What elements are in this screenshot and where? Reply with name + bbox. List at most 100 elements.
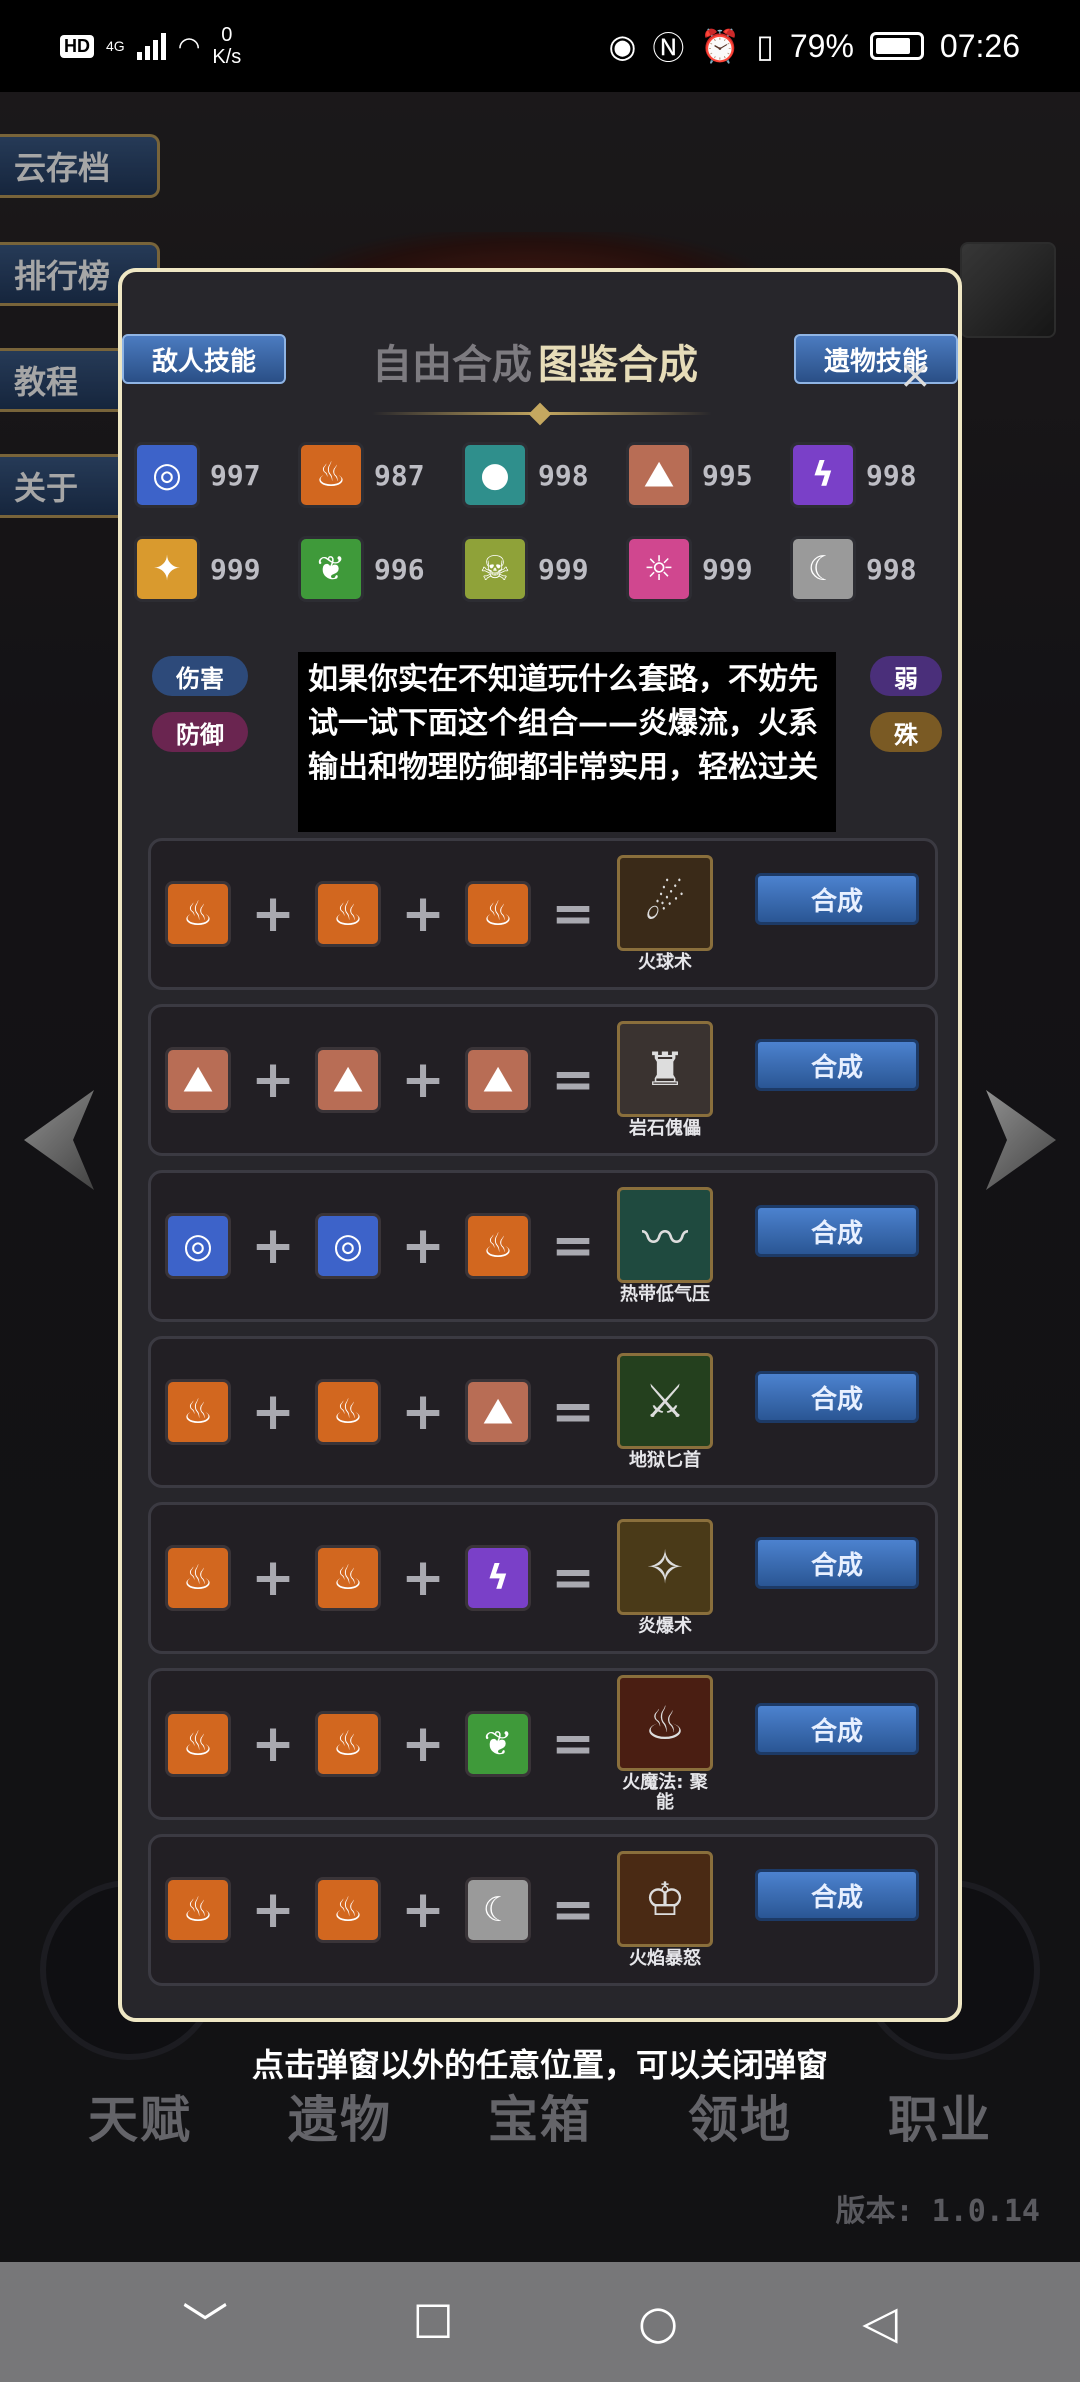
plus-icon: + xyxy=(401,1880,445,1940)
rock-icon: ⛰ xyxy=(626,442,692,508)
skill-icon: ☄ xyxy=(617,855,713,951)
nfc-icon: Ⓝ xyxy=(652,30,685,66)
craft-button[interactable]: 合成 xyxy=(755,1205,919,1257)
element-slot[interactable]: ϟ 998 xyxy=(790,442,954,508)
element-slot[interactable]: ☠ 999 xyxy=(462,536,626,602)
vibrate-icon: ▯ xyxy=(756,28,774,64)
status-bar: HD 4G ◠ 0 K/s ◉ Ⓝ ⏰ ▯ 79% 07:26 xyxy=(0,0,1080,92)
fire-icon: ♨ xyxy=(315,1711,381,1777)
element-count: 998 xyxy=(538,458,589,492)
close-icon[interactable]: × xyxy=(898,352,932,398)
signal-icon xyxy=(136,32,166,60)
craft-button[interactable]: 合成 xyxy=(755,1703,919,1755)
filter-damage[interactable]: 伤害 xyxy=(152,656,248,696)
fire-icon: ♨ xyxy=(465,1213,531,1279)
nav-collapse-icon[interactable]: ﹀ xyxy=(182,2289,228,2355)
element-count: 999 xyxy=(538,552,589,586)
equals-icon: = xyxy=(551,1548,595,1608)
fire-icon: ♨ xyxy=(165,1877,231,1943)
battery-percent: 79% xyxy=(789,27,854,64)
recipe-row: ♨ + ♨ + ❦ = ♨ 火魔法: 聚能 合成 xyxy=(148,1668,938,1820)
element-slot[interactable]: ☾ 998 xyxy=(790,536,954,602)
craft-button[interactable]: 合成 xyxy=(755,1869,919,1921)
recipe-row: ⛰ + ⛰ + ⛰ = ♜ 岩石傀儡 合成 xyxy=(148,1004,938,1156)
tab-book-craft[interactable]: 图鉴合成 xyxy=(538,332,698,390)
equals-icon: = xyxy=(551,1382,595,1442)
recipe-result: ✧ 炎爆术 xyxy=(615,1519,715,1637)
filter-defense[interactable]: 防御 xyxy=(152,712,248,752)
plus-icon: + xyxy=(401,1216,445,1276)
element-count: 997 xyxy=(210,458,261,492)
filter-special[interactable]: 殊 xyxy=(870,712,942,752)
plus-icon: + xyxy=(401,1382,445,1442)
element-slot[interactable]: ● 998 xyxy=(462,442,626,508)
element-count: 998 xyxy=(866,458,917,492)
plus-icon: + xyxy=(401,1050,445,1110)
element-count: 998 xyxy=(866,552,917,586)
plus-icon: + xyxy=(401,884,445,944)
tornado-icon: ◎ xyxy=(165,1213,231,1279)
tornado-icon: ◎ xyxy=(134,442,200,508)
skill-name: 岩石傀儡 xyxy=(629,1118,701,1139)
recipe-list: ♨ + ♨ + ♨ = ☄ 火球术 合成 ⛰ + ⛰ + ⛰ = ♜ 岩石傀儡 合成 ◎ + ◎ + ♨ = 〰热带低气压 合成 ♨… xyxy=(148,838,938,2000)
game-screen: HD 4G ◠ 0 K/s ◉ Ⓝ ⏰ ▯ 79% 07:26 云存档 排行榜 教… xyxy=(0,0,1080,2382)
skill-name: 火球术 xyxy=(638,952,692,973)
lightning-icon: ϟ xyxy=(465,1545,531,1611)
craft-button[interactable]: 合成 xyxy=(755,1537,919,1589)
skill-name: 火焰暴怒 xyxy=(629,1948,701,1969)
recipe-row: ♨ + ♨ + ϟ = ✧ 炎爆术 合成 xyxy=(148,1502,938,1654)
moon-icon: ☾ xyxy=(790,536,856,602)
dialog-header: 敌人技能 自由合成 图鉴合成 遗物技能 × xyxy=(122,272,958,426)
element-count: 999 xyxy=(702,552,753,586)
recipe-result: ⚔ 地狱匕首 xyxy=(615,1353,715,1471)
fire-icon: ♨ xyxy=(315,1379,381,1445)
recipe-row: ♨ + ♨ + ☾ = ♔ 火焰暴怒 合成 xyxy=(148,1834,938,1986)
lightning-icon: ϟ xyxy=(790,442,856,508)
fire-icon: ♨ xyxy=(465,881,531,947)
equals-icon: = xyxy=(551,1216,595,1276)
fire-icon: ♨ xyxy=(165,881,231,947)
network-speed: 0 K/s xyxy=(212,24,242,68)
element-slot[interactable]: ◎ 997 xyxy=(134,442,298,508)
skill-name: 地狱匕首 xyxy=(629,1450,701,1471)
tab-free-craft[interactable]: 自由合成 xyxy=(372,332,532,390)
element-count: 995 xyxy=(702,458,753,492)
hd-icon: HD xyxy=(60,34,94,58)
element-slot[interactable]: ❦ 996 xyxy=(298,536,462,602)
skill-icon: ♨ xyxy=(617,1675,713,1771)
equals-icon: = xyxy=(551,1050,595,1110)
plus-icon: + xyxy=(251,1382,295,1442)
skill-name: 热带低气压 xyxy=(620,1284,710,1305)
equals-icon: = xyxy=(551,884,595,944)
plus-icon: + xyxy=(251,1880,295,1940)
leaf-icon: ❦ xyxy=(465,1711,531,1777)
sun-icon: ☼ xyxy=(626,536,692,602)
enemy-skill-button[interactable]: 敌人技能 xyxy=(122,334,286,384)
rock-icon: ⛰ xyxy=(465,1379,531,1445)
relic-skill-button[interactable]: 遗物技能 xyxy=(794,334,958,384)
skill-name: 炎爆术 xyxy=(638,1616,692,1637)
craft-button[interactable]: 合成 xyxy=(755,1371,919,1423)
nav-recent-icon[interactable]: ☐ xyxy=(412,2295,453,2349)
battery-icon xyxy=(869,32,924,60)
element-slot[interactable]: ✦ 999 xyxy=(134,536,298,602)
element-slot[interactable]: ☼ 999 xyxy=(626,536,790,602)
system-nav-bar: ﹀ ☐ ○ ◁ xyxy=(0,2262,1080,2382)
nav-back-icon[interactable]: ◁ xyxy=(862,2295,897,2349)
rock-icon: ⛰ xyxy=(165,1047,231,1113)
recipe-book-dialog: 敌人技能 自由合成 图鉴合成 遗物技能 × ◎ 997 ♨ 987 ● 998 ⛰ 995 ϟ 9… xyxy=(118,268,962,2022)
equals-icon: = xyxy=(551,1714,595,1774)
leaf-icon: ❦ xyxy=(298,536,364,602)
element-slot[interactable]: ⛰ 995 xyxy=(626,442,790,508)
craft-button[interactable]: 合成 xyxy=(755,1039,919,1091)
recipe-result: ☄ 火球术 xyxy=(615,855,715,973)
element-slot[interactable]: ♨ 987 xyxy=(298,442,462,508)
skill-icon: ♔ xyxy=(617,1851,713,1947)
fire-icon: ♨ xyxy=(165,1379,231,1445)
skill-icon: ♜ xyxy=(617,1021,713,1117)
recipe-result: 〰热带低气压 xyxy=(615,1187,715,1305)
moon-icon: ☾ xyxy=(465,1877,531,1943)
nav-home-icon[interactable]: ○ xyxy=(638,2295,678,2349)
filter-weaken[interactable]: 弱 xyxy=(870,656,942,696)
craft-button[interactable]: 合成 xyxy=(755,873,919,925)
